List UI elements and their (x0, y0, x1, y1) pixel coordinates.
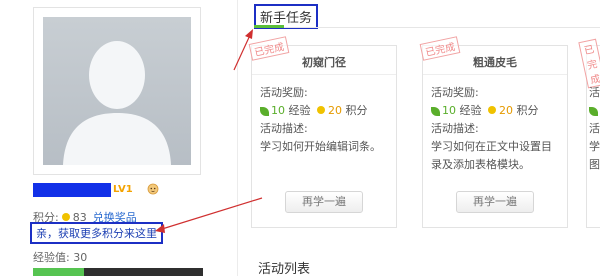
xp-progress-bar (33, 268, 203, 276)
reward-points-unit: 积分 (345, 104, 368, 117)
xp-progress-fill (33, 268, 84, 276)
task-card-title: 初窥门径 (302, 56, 346, 69)
level-badge: LV1 (113, 184, 133, 195)
task-card-partial: 已完成 活 活 学图 (578, 38, 600, 228)
reward-label: 活动奖励: (260, 86, 308, 99)
task-card: 已完成 初窥门径 活动奖励: 10 经验 20 积分 活动描述: 学习如何开始编… (248, 36, 397, 228)
reward-line: 10 经验 20 积分 (431, 102, 561, 120)
reward-points: 20 (499, 104, 513, 117)
task-card-body: 活 活 学图 (589, 84, 600, 174)
activity-list-title: 活动列表 (258, 262, 311, 277)
relearn-button[interactable]: 再学一遍 (456, 191, 534, 213)
avatar[interactable] (33, 7, 201, 175)
coin-icon (488, 106, 496, 114)
coin-icon (317, 106, 325, 114)
user-silhouette-icon (63, 41, 171, 165)
profile-sidebar: LV1 积分: 83 兑换奖品 亲，获取更多积分来这里 经验值: 30 (0, 0, 230, 276)
reward-xp-unit: 经验 (288, 104, 311, 117)
column-divider (237, 0, 238, 276)
card-divider (252, 74, 396, 75)
card-divider (423, 74, 567, 75)
task-description: 学图 (589, 140, 600, 171)
task-description: 学习如何开始编辑词条。 (260, 140, 381, 153)
arrow-head-icon (245, 29, 253, 39)
xp-value: 30 (73, 251, 88, 264)
reward-points: 20 (328, 104, 342, 117)
xp-label: 经验值: (33, 251, 70, 264)
task-card-title: 粗通皮毛 (473, 56, 517, 69)
leaf-icon (260, 106, 269, 116)
task-card: 已完成 粗通皮毛 活动奖励: 10 经验 20 积分 活动描述: 学习如何在正文… (419, 36, 568, 228)
task-description: 学习如何在正文中设置目录及添加表格模块。 (431, 140, 552, 171)
reward-points-unit: 积分 (516, 104, 539, 117)
reward-xp-unit: 经验 (459, 104, 482, 117)
reward-xp: 10 (442, 104, 456, 117)
get-more-points-link[interactable]: 亲，获取更多积分来这里 (30, 222, 163, 244)
desc-label: 活动描述: (260, 122, 308, 135)
user-name-row: LV1 (33, 183, 223, 198)
default-avatar-image (43, 17, 191, 165)
reward-xp: 10 (271, 104, 285, 117)
reward-label: 活动奖励: (431, 86, 479, 99)
reward-line (589, 102, 600, 120)
xp-row: 经验值: 30 (33, 249, 87, 265)
baby-face-icon (147, 183, 159, 195)
tasks-title-divider (254, 27, 600, 28)
coin-icon (61, 213, 70, 221)
task-card-body: 活动奖励: 10 经验 20 积分 活动描述: 学习如何在正文中设置目录及添加表… (431, 84, 561, 174)
reward-line: 10 经验 20 积分 (260, 102, 390, 120)
leaf-icon (431, 106, 440, 116)
desc-label: 活动描述: (431, 122, 479, 135)
username-redacted[interactable] (33, 183, 111, 197)
relearn-button[interactable]: 再学一遍 (285, 191, 363, 213)
reward-label: 活 (589, 86, 600, 99)
desc-label: 活 (589, 122, 600, 135)
task-card-body: 活动奖励: 10 经验 20 积分 活动描述: 学习如何开始编辑词条。 (260, 84, 390, 156)
leaf-icon (589, 106, 598, 116)
completed-stamp: 已完成 (578, 38, 600, 89)
tasks-title-accent (254, 25, 284, 28)
